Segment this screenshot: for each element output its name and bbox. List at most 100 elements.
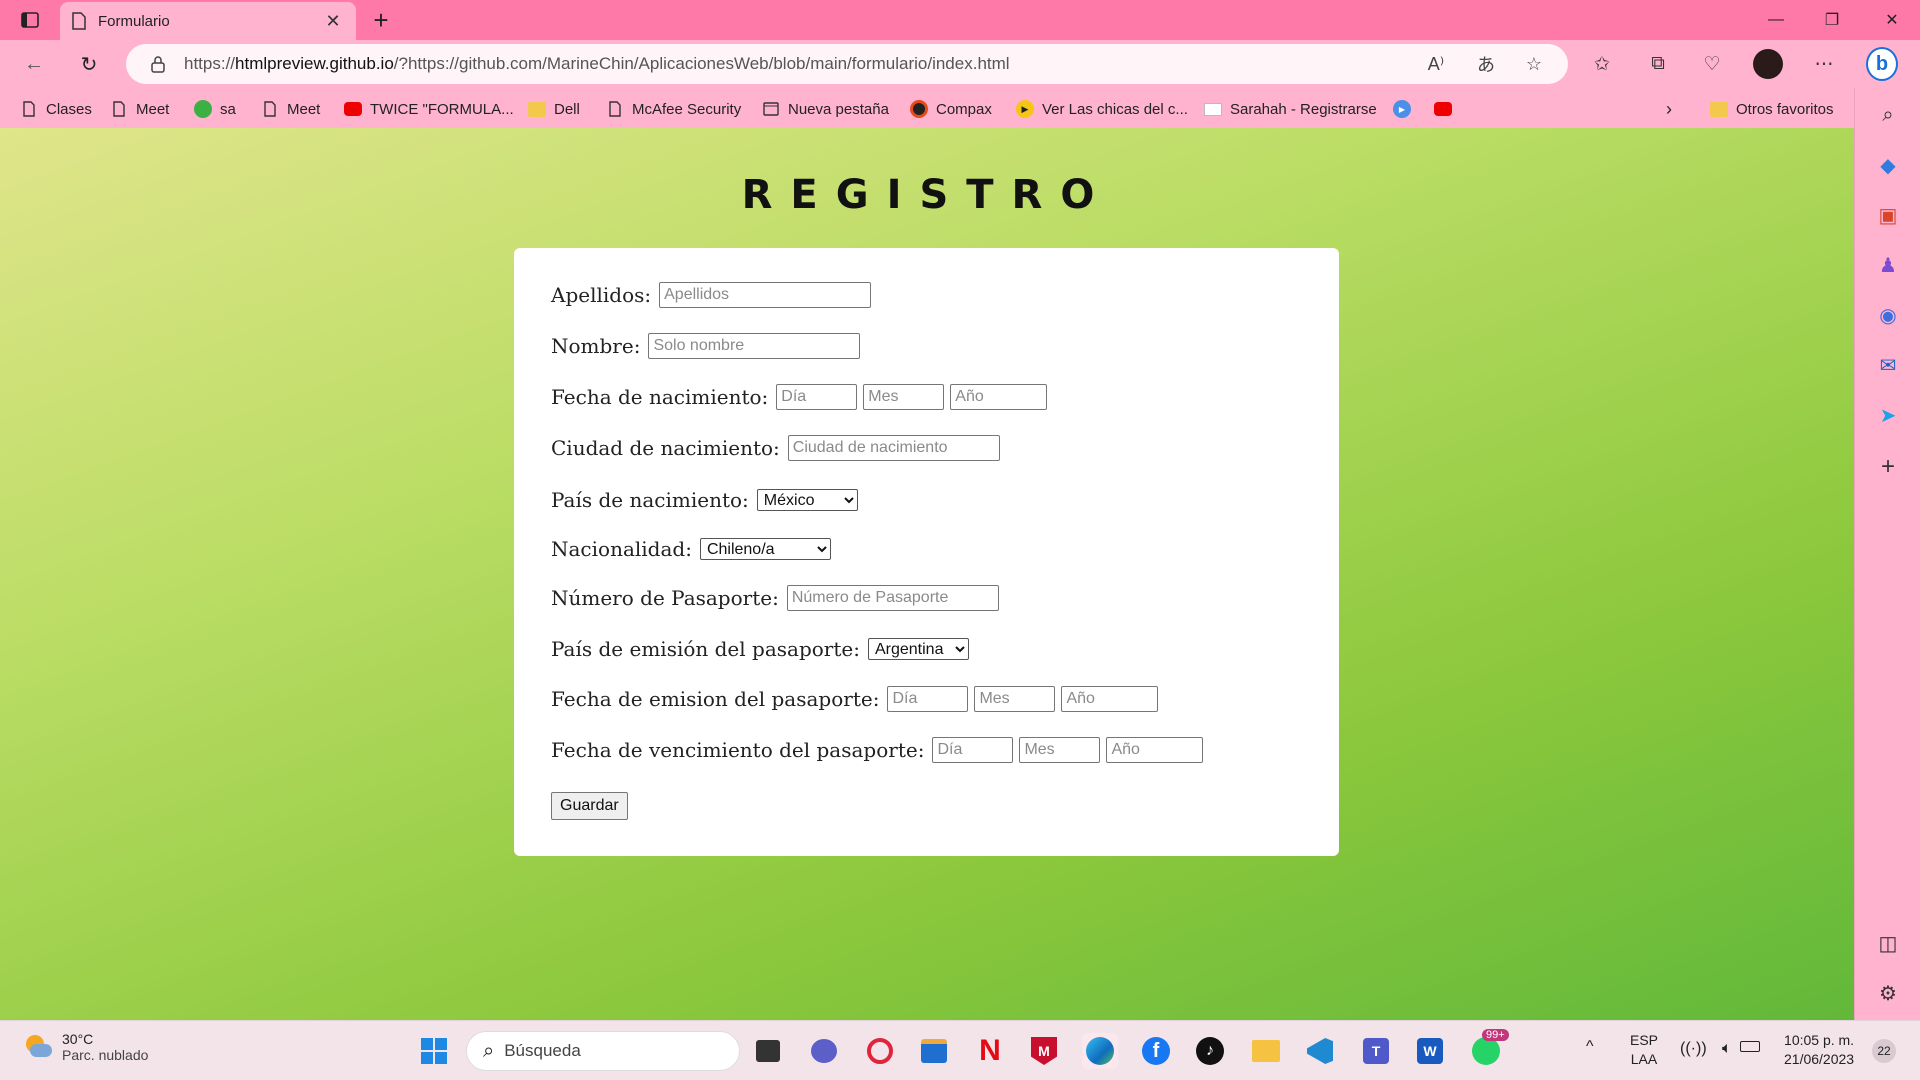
navigation-bar: ← ↻ https://htmlpreview.github.io/?https… <box>0 40 1920 88</box>
teams-chat-icon[interactable] <box>806 1033 842 1069</box>
ciudad-input[interactable] <box>787 435 1000 461</box>
language-indicator[interactable]: ESP LAA <box>1630 1031 1658 1069</box>
pasaporte-label: Número de Pasaporte: <box>551 586 779 610</box>
search-icon[interactable]: ⌕ <box>1873 100 1903 130</box>
nacimiento-dia-input[interactable] <box>776 384 858 410</box>
taskbar: 30°C Parc. nublado ⌕ Búsqueda N M f ♪ T … <box>0 1020 1920 1080</box>
bookmark-item[interactable]: Meet <box>261 96 320 122</box>
whatsapp-icon[interactable]: 99+ <box>1468 1029 1509 1069</box>
chevron-up-icon[interactable]: ^ <box>1586 1037 1594 1056</box>
bookmark-play-icon[interactable]: ▶ <box>1393 96 1419 122</box>
vscode-icon[interactable] <box>1302 1033 1338 1069</box>
tab-actions-button[interactable] <box>16 8 44 32</box>
emision-mes-input[interactable] <box>974 686 1056 712</box>
send-icon[interactable]: ➤ <box>1873 400 1903 430</box>
row-fecha-emision: Fecha de emision del pasaporte: <box>551 684 1164 714</box>
read-aloud-icon[interactable]: A⁾ <box>1422 52 1450 76</box>
address-bar[interactable]: https://htmlpreview.github.io/?https://g… <box>126 44 1568 84</box>
pais-emision-select[interactable]: Argentina <box>867 638 969 660</box>
tiktok-icon[interactable]: ♪ <box>1192 1033 1228 1069</box>
bookmark-item[interactable]: Clases <box>20 96 92 122</box>
vencimiento-anio-input[interactable] <box>1106 737 1204 763</box>
favorite-star-icon[interactable]: ☆ <box>1520 52 1548 76</box>
row-nombre: Nombre: <box>551 331 866 361</box>
edge-icon[interactable] <box>1082 1033 1118 1069</box>
performance-icon[interactable]: ♡ <box>1696 48 1728 80</box>
close-tab-icon[interactable]: ✕ <box>322 11 344 32</box>
tools-icon[interactable]: ▣ <box>1873 200 1903 230</box>
settings-gear-icon[interactable]: ⚙ <box>1873 978 1903 1008</box>
favorites-icon[interactable]: ✩ <box>1586 48 1618 80</box>
file-explorer-icon[interactable] <box>1248 1033 1284 1069</box>
profile-avatar[interactable] <box>1752 48 1784 80</box>
row-apellidos: Apellidos: <box>551 280 877 310</box>
vencimiento-dia-input[interactable] <box>932 737 1014 763</box>
office-icon[interactable]: ◉ <box>1873 300 1903 330</box>
nacimiento-anio-input[interactable] <box>950 384 1048 410</box>
fecha-nacimiento-label: Fecha de nacimiento: <box>551 385 769 409</box>
word-icon[interactable]: W <box>1412 1033 1448 1069</box>
emision-dia-input[interactable] <box>887 686 969 712</box>
active-tab[interactable]: Formulario ✕ <box>60 2 356 40</box>
lock-icon[interactable] <box>148 54 168 74</box>
guardar-button[interactable]: Guardar <box>551 792 628 820</box>
split-screen-icon[interactable]: ◫ <box>1873 928 1903 958</box>
opera-icon[interactable] <box>862 1033 898 1069</box>
bookmark-item[interactable]: Sarahah - Registrarse <box>1204 96 1377 122</box>
more-options-icon[interactable]: ⋯ <box>1808 48 1840 80</box>
bookmark-item[interactable]: Dell <box>528 96 580 122</box>
task-view-icon[interactable] <box>750 1033 786 1069</box>
weather-widget[interactable]: 30°C Parc. nublado <box>24 1031 148 1063</box>
taskbar-search[interactable]: ⌕ Búsqueda <box>466 1031 740 1071</box>
refresh-button[interactable]: ↻ <box>73 48 105 80</box>
apellidos-input[interactable] <box>659 282 872 308</box>
new-tab-button[interactable]: + <box>366 6 396 36</box>
bookmark-item[interactable]: Meet <box>110 96 169 122</box>
bookmark-item[interactable]: Compax <box>910 96 992 122</box>
battery-icon[interactable] <box>1740 1041 1760 1052</box>
bookmark-item[interactable]: ▶ Ver Las chicas del c... <box>1016 96 1188 122</box>
volume-icon[interactable]: 🔈︎ <box>1722 1039 1732 1058</box>
store-icon[interactable] <box>916 1033 952 1069</box>
nacionalidad-select[interactable]: Chileno/a <box>699 538 831 560</box>
nacimiento-mes-input[interactable] <box>863 384 945 410</box>
clock[interactable]: 10:05 p. m. 21/06/2023 <box>1784 1031 1854 1069</box>
minimize-button[interactable]: — <box>1748 0 1804 40</box>
whatsapp-badge: 99+ <box>1482 1029 1509 1041</box>
games-icon[interactable]: ♟ <box>1873 250 1903 280</box>
tab-actions-icon <box>21 12 39 28</box>
facebook-icon[interactable]: f <box>1138 1033 1174 1069</box>
restore-button[interactable]: ❐ <box>1804 0 1860 40</box>
bookmark-item[interactable]: sa <box>194 96 236 122</box>
netflix-icon[interactable]: N <box>972 1033 1008 1069</box>
other-favorites[interactable]: Otros favoritos <box>1710 96 1834 122</box>
partly-cloudy-icon <box>24 1035 52 1059</box>
emision-anio-input[interactable] <box>1061 686 1159 712</box>
refresh-icon: ↻ <box>80 53 98 76</box>
shopping-icon[interactable]: ◆ <box>1873 150 1903 180</box>
pasaporte-input[interactable] <box>786 585 999 611</box>
back-button[interactable]: ← <box>18 48 50 80</box>
notification-badge[interactable]: 22 <box>1872 1039 1896 1063</box>
close-window-button[interactable]: ✕ <box>1864 0 1920 40</box>
vencimiento-mes-input[interactable] <box>1019 737 1101 763</box>
search-placeholder: Búsqueda <box>504 1041 581 1060</box>
bookmark-youtube-icon[interactable] <box>1434 96 1460 122</box>
teams-icon[interactable]: T <box>1358 1033 1394 1069</box>
bookmark-item[interactable]: TWICE "FORMULA... <box>344 96 514 122</box>
translate-icon[interactable]: あ <box>1472 52 1500 76</box>
bing-copilot-icon[interactable]: b <box>1866 47 1898 81</box>
start-button[interactable] <box>416 1033 452 1069</box>
page-icon <box>261 100 279 118</box>
pais-select[interactable]: México <box>756 489 858 511</box>
mcafee-icon[interactable]: M <box>1026 1033 1062 1069</box>
wifi-icon[interactable]: ((·)) <box>1680 1039 1707 1058</box>
bookmark-item[interactable]: Nueva pestaña <box>762 96 889 122</box>
bookmark-item[interactable]: McAfee Security <box>606 96 741 122</box>
outlook-icon[interactable]: ✉ <box>1873 350 1903 380</box>
chevron-right-icon[interactable]: › <box>1666 96 1672 122</box>
collections-icon[interactable]: ⧉ <box>1642 48 1674 80</box>
add-icon[interactable]: + <box>1873 452 1903 482</box>
row-pasaporte: Número de Pasaporte: <box>551 583 1005 613</box>
nombre-input[interactable] <box>648 333 861 359</box>
